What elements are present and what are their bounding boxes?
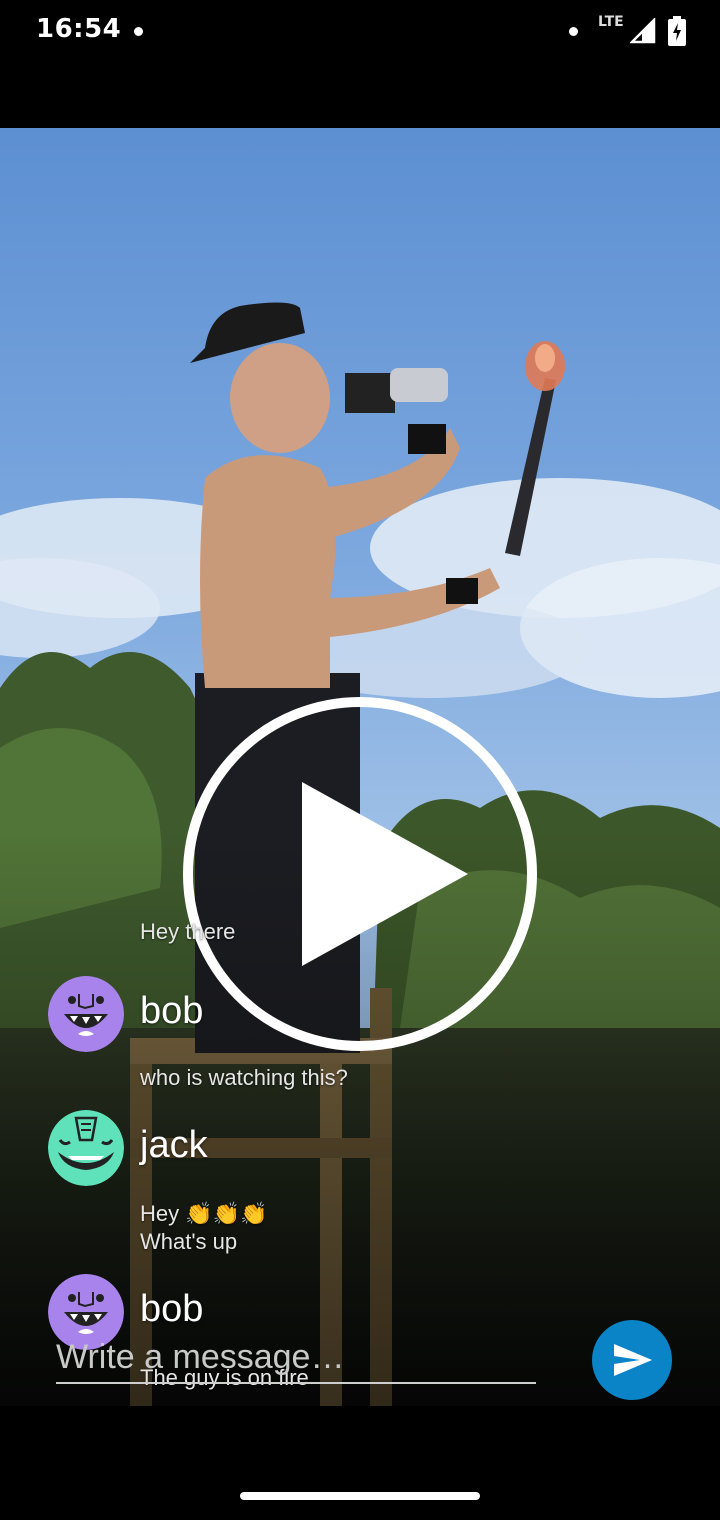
- video-player[interactable]: Hey there bob who is watching this? jack…: [0, 128, 720, 1406]
- status-bar: 16:54 LTE: [0, 0, 720, 64]
- signal-icon: [630, 18, 656, 44]
- notification-dot-icon: [134, 27, 143, 36]
- home-indicator[interactable]: [240, 1492, 480, 1500]
- chat-message-text: who is watching this?: [140, 1065, 348, 1090]
- status-time: 16:54: [36, 14, 122, 44]
- network-type: LTE: [598, 14, 624, 30]
- status-dot-icon: [569, 27, 578, 36]
- chat-username: bob: [140, 990, 204, 1032]
- navigation-bar: [0, 1406, 720, 1520]
- message-input[interactable]: [56, 1332, 536, 1384]
- chat-user-row[interactable]: bob: [48, 976, 688, 1054]
- purple-monster-avatar[interactable]: [48, 976, 124, 1052]
- chat-username: jack: [140, 1124, 208, 1166]
- send-icon: [614, 1344, 652, 1376]
- chat-message-text: Hey there: [140, 919, 236, 944]
- green-monster-avatar[interactable]: [48, 1110, 124, 1186]
- message-composer: [0, 1310, 720, 1406]
- send-button[interactable]: [592, 1320, 672, 1400]
- chat-message-text: Hey 👏👏👏 What's up: [140, 1201, 268, 1254]
- chat-user-row[interactable]: jack: [48, 1110, 688, 1188]
- app-top-bar: [0, 64, 720, 128]
- battery-charging-icon: [668, 16, 686, 46]
